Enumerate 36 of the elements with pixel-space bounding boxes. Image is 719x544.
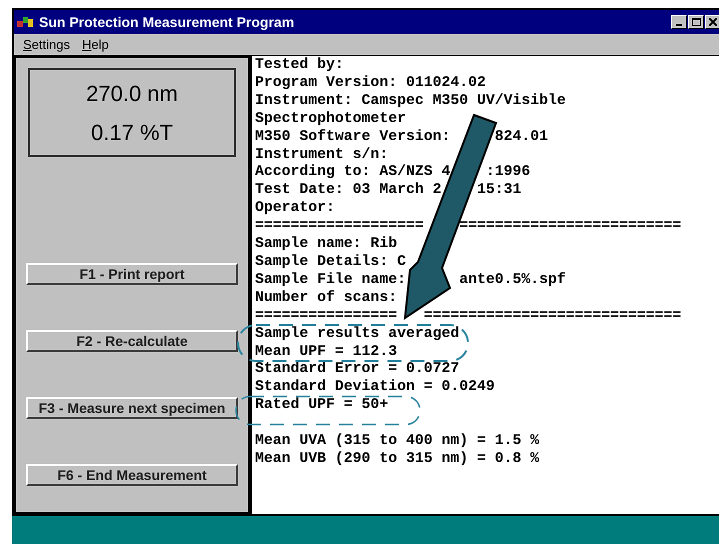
report-line: Rated UPF = 50+ [255, 397, 388, 416]
report-line: Instrument: Camspec M350 UV/Visible [255, 92, 566, 111]
report-line: Spectrophotometer [255, 110, 406, 129]
report-line: M350 Software Version: 824.01 [255, 128, 548, 147]
report-line: Sample name: Rib [255, 236, 398, 254]
close-icon [709, 18, 717, 26]
report-line: Test Date: 03 March 2 15:31 [255, 182, 522, 200]
function-button[interactable]: F1 - Print report [26, 263, 238, 285]
function-button[interactable]: F2 - Re-calculate [26, 330, 238, 352]
report-line: Mean UVA (315 to 400 nm) = 1.5 % [255, 433, 540, 451]
report-line: According to: AS/NZS 4 :1996 [255, 164, 530, 182]
report-line: Number of scans: [255, 290, 398, 308]
app-icon [17, 15, 35, 29]
report-line: ================ ============================= [255, 308, 682, 326]
report-line: Mean UVB (290 to 315 nm) = 0.8 % [255, 450, 540, 469]
report-line: Mean UPF = 112.3 [255, 344, 398, 362]
report-line: Program Version: 011024.02 [255, 74, 486, 93]
report-line: =================== ========================= [255, 218, 682, 236]
maximize-button[interactable] [688, 15, 704, 29]
report-line: Standard Deviation = 0.0249 [255, 379, 495, 397]
report-line: Instrument s/n: [255, 146, 388, 164]
window-title: Sun Protection Measurement Program [39, 12, 294, 32]
report-line: Sample Details: C [255, 254, 406, 272]
wavelength-reading: 270.0 nm [86, 80, 178, 108]
report-line: Sample results averaged [255, 326, 460, 344]
menu-item[interactable]: Help [82, 34, 109, 54]
function-button[interactable]: F6 - End Measurement [26, 464, 238, 486]
menu-item[interactable]: Settings [23, 34, 70, 54]
function-button[interactable]: F3 - Measure next specimen [26, 397, 238, 419]
transmittance-reading: 0.17 %T [91, 118, 173, 146]
close-button[interactable] [705, 15, 719, 29]
report-line: Tested by: [255, 57, 344, 75]
report-line: Sample File name: ante0.5%.spf [255, 272, 566, 290]
report-line: Operator: [255, 200, 335, 218]
minimize-button[interactable] [671, 15, 687, 29]
report-line: Standard Error = 0.0727 [255, 361, 460, 379]
